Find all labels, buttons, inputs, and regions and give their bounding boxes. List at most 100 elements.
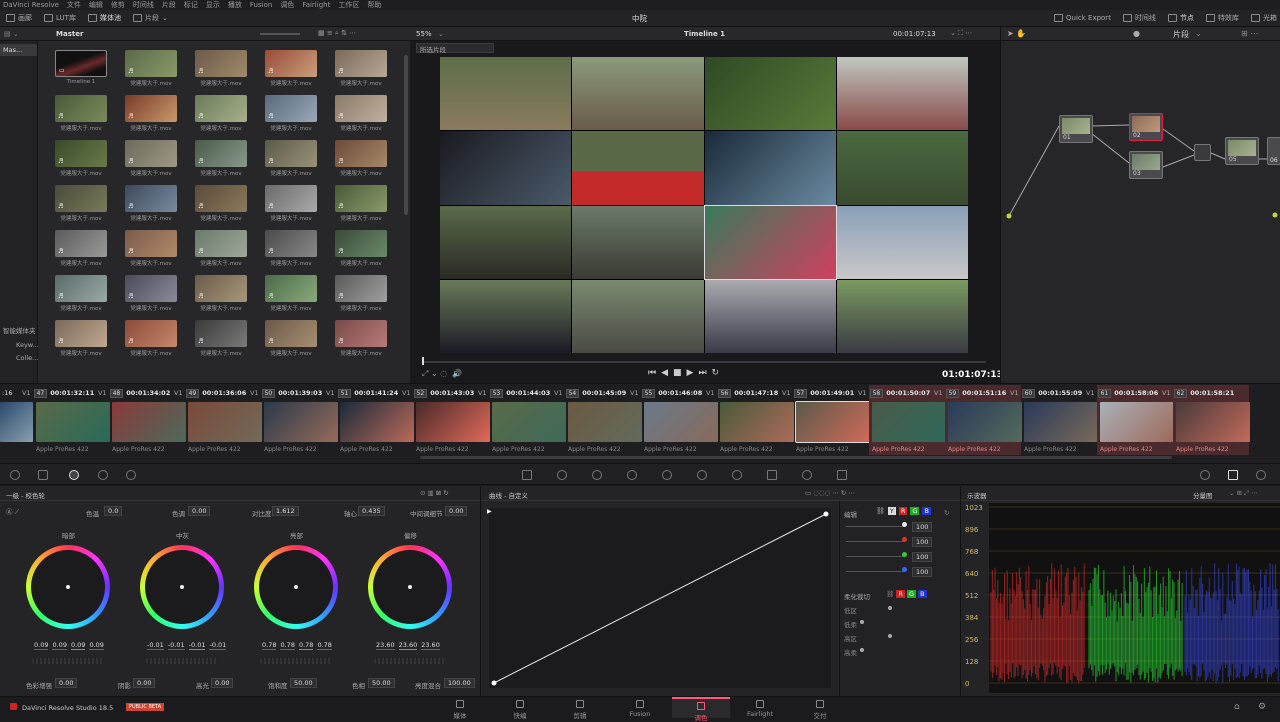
- offset-values[interactable]: 23.60 23.60 23.60: [376, 641, 440, 650]
- zoom-level[interactable]: 55%: [416, 30, 432, 38]
- channel-g[interactable]: G: [910, 507, 920, 515]
- offset-b[interactable]: 23.60: [421, 641, 440, 650]
- gain-r[interactable]: 0.78: [280, 641, 295, 650]
- timeline-clip[interactable]: [1024, 402, 1098, 442]
- viewer-options-icons[interactable]: ⌄ ⛶ ⋯: [950, 29, 972, 38]
- media-clip[interactable]: ♬ 党建服大于.mov: [55, 185, 107, 222]
- timeline-clip[interactable]: [948, 402, 1022, 442]
- media-clip[interactable]: ♬ 党建服大于.mov: [125, 230, 177, 267]
- lum-mix-value[interactable]: 100.00: [444, 678, 475, 688]
- gamma-values[interactable]: -0.01 -0.01 -0.01 -0.01: [147, 641, 227, 650]
- lift-b[interactable]: 0.09: [89, 641, 104, 650]
- highlights-value[interactable]: 0.00: [211, 678, 234, 688]
- media-clip[interactable]: ♬ 党建服大于.mov: [265, 95, 317, 132]
- intensity-track-r[interactable]: [846, 541, 904, 542]
- thumb-size-slider[interactable]: [260, 33, 300, 35]
- gain-wheel[interactable]: [254, 545, 338, 629]
- rgb-mixer-icon[interactable]: [98, 470, 108, 480]
- intensity-r[interactable]: 100: [912, 537, 933, 547]
- timeline-clip[interactable]: [416, 402, 490, 442]
- soft-high-handle[interactable]: [888, 634, 892, 638]
- media-clip[interactable]: ♬ 党建服大于.mov: [335, 95, 387, 132]
- node-05[interactable]: 05: [1225, 137, 1259, 165]
- timeline-clip[interactable]: [1176, 402, 1250, 442]
- timeline-clip[interactable]: [644, 402, 718, 442]
- timeline-clip[interactable]: [340, 402, 414, 442]
- menu-fairlight[interactable]: Fairlight: [302, 1, 330, 9]
- menu-view[interactable]: 显示: [206, 0, 220, 10]
- node-01[interactable]: 01: [1059, 115, 1093, 143]
- gallery-button[interactable]: 画廊: [0, 10, 38, 27]
- blur-icon[interactable]: [732, 470, 742, 480]
- magic-mask-icon[interactable]: [697, 470, 707, 480]
- page-deliver[interactable]: 交付: [800, 700, 840, 720]
- curve-graph[interactable]: [489, 508, 831, 688]
- media-clip[interactable]: ♬ 党建服大于.mov: [265, 185, 317, 222]
- pivot-value[interactable]: 0.435: [358, 506, 385, 516]
- page-fusion[interactable]: Fusion: [620, 700, 660, 718]
- media-clip[interactable]: ♬ 党建服大于.mov: [195, 275, 247, 312]
- wheel-center[interactable]: [180, 585, 184, 589]
- sidebar-item-collections[interactable]: Colle...: [16, 354, 38, 362]
- timeline-clip[interactable]: [264, 402, 338, 442]
- media-clip[interactable]: ♬ 党建服大于.mov: [335, 275, 387, 312]
- wheels-left-icons[interactable]: Ⓐ ⟋: [6, 506, 19, 517]
- color-wheels-icon[interactable]: [69, 470, 79, 480]
- page-media[interactable]: 媒体: [440, 700, 480, 720]
- timeline-button[interactable]: 时间线: [1117, 10, 1162, 27]
- soft-low-handle[interactable]: [888, 606, 892, 610]
- gain-master-slider[interactable]: [260, 658, 332, 664]
- node-mode-dropdown[interactable]: 片段: [1173, 29, 1189, 40]
- menu-file[interactable]: 文件: [67, 0, 81, 10]
- info-icon[interactable]: [1256, 470, 1266, 480]
- offset-r[interactable]: 23.60: [376, 641, 395, 650]
- color-warper-icon[interactable]: [557, 470, 567, 480]
- media-clip[interactable]: ♬ 党建服大于.mov: [265, 320, 317, 357]
- gamma-master-slider[interactable]: [146, 658, 218, 664]
- viewer-tools-icons[interactable]: ⤢ ⌄ ◌ 🔊: [422, 369, 462, 379]
- gamma-r[interactable]: -0.01: [167, 641, 185, 650]
- lightbox-button[interactable]: 光箱: [1245, 10, 1280, 27]
- scope-mode-dropdown[interactable]: 分量图: [1193, 490, 1213, 500]
- media-clip[interactable]: ♬ 党建服大于.mov: [335, 50, 387, 87]
- pointer-icon[interactable]: ➤ ✋: [1007, 29, 1026, 38]
- mid-detail-value[interactable]: 0.00: [445, 506, 468, 516]
- color-boost-value[interactable]: 0.00: [55, 678, 78, 688]
- media-clip[interactable]: ♬ 党建服大于.mov: [195, 230, 247, 267]
- timeline-clip[interactable]: [795, 401, 871, 443]
- media-clip[interactable]: ♬ 党建服大于.mov: [125, 320, 177, 357]
- motion-effects-icon[interactable]: [126, 470, 136, 480]
- offset-wheel[interactable]: [368, 545, 452, 629]
- offset-master-slider[interactable]: [374, 658, 446, 664]
- media-clip[interactable]: ♬ 党建服大于.mov: [125, 50, 177, 87]
- media-clip[interactable]: ♬ 党建服大于.mov: [125, 95, 177, 132]
- curves-icon[interactable]: [522, 470, 532, 480]
- settings-icon[interactable]: ⚙: [1258, 702, 1266, 712]
- channel-b[interactable]: B: [922, 507, 931, 515]
- gamma-wheel[interactable]: [140, 545, 224, 629]
- intensity-y[interactable]: 100: [912, 522, 933, 532]
- menu-edit[interactable]: 编辑: [89, 0, 103, 10]
- contrast-value[interactable]: 1.612: [272, 506, 299, 516]
- timeline-clip[interactable]: [872, 402, 946, 442]
- timeline-clip[interactable]: [720, 402, 794, 442]
- link-icon[interactable]: ⛓: [876, 507, 885, 515]
- wheel-center[interactable]: [408, 585, 412, 589]
- sidebar-item-master[interactable]: Mas...: [0, 44, 37, 56]
- view-mode-icons[interactable]: ▦ ≡ ⌕ ⇅ ⋯: [318, 29, 356, 38]
- media-clip[interactable]: ♬ 党建服大于.mov: [335, 230, 387, 267]
- media-clip[interactable]: ♬ 党建服大于.mov: [335, 140, 387, 177]
- media-clip[interactable]: ♬ 党建服大于.mov: [55, 230, 107, 267]
- timeline-clip[interactable]: [112, 402, 186, 442]
- camera-raw-icon[interactable]: [10, 470, 20, 480]
- node-02[interactable]: 02: [1129, 113, 1163, 141]
- lift-wheel[interactable]: [26, 545, 110, 629]
- tracker-icon[interactable]: [662, 470, 672, 480]
- layer-mixer-node[interactable]: [1194, 144, 1211, 161]
- lift-y[interactable]: 0.09: [34, 641, 49, 650]
- media-clip[interactable]: ♬ 党建服大于.mov: [125, 185, 177, 222]
- transport-controls[interactable]: ⏮◀■▶⏭↻: [648, 368, 724, 378]
- gain-y[interactable]: 0.78: [262, 641, 277, 650]
- media-pool-button[interactable]: 媒体池: [82, 10, 127, 27]
- media-clip[interactable]: ♬ 党建服大于.mov: [265, 50, 317, 87]
